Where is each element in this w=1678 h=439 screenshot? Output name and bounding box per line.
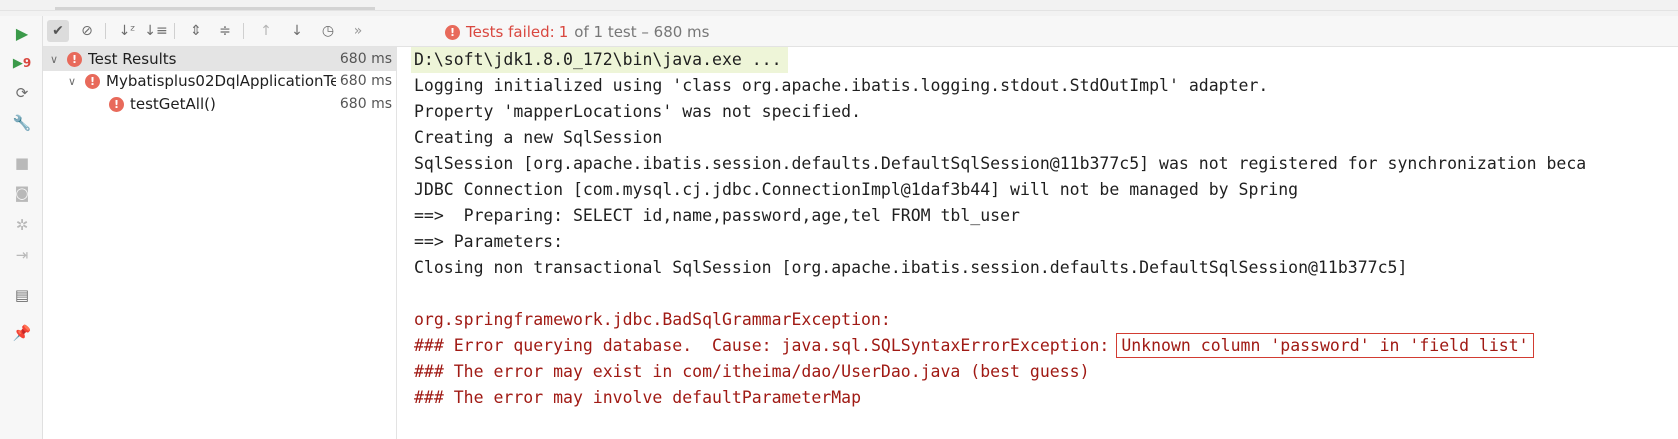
toolbar-separator: [174, 23, 175, 39]
exit-icon[interactable]: ⇥: [11, 244, 33, 266]
history-icon[interactable]: ◷: [317, 20, 339, 42]
toolbar-separator: [105, 23, 106, 39]
camera-icon[interactable]: ◙: [11, 182, 33, 204]
toolbar-separator: [243, 23, 244, 39]
console-line-command[interactable]: D:\soft\jdk1.8.0_172\bin\java.exe ...: [411, 47, 788, 73]
layout-icon[interactable]: ▤: [11, 284, 33, 306]
run-tool-window-sidebar: ▶ ▶ 9 ⟳ 🔧 ■ ◙ ✲ ⇥ ▤ 📌: [0, 16, 43, 439]
console-error-line: ### The error may exist in com/itheima/d…: [414, 362, 1090, 381]
sort-alpha-icon[interactable]: ↓ᶻ: [116, 20, 138, 42]
pin-icon[interactable]: 📌: [11, 322, 33, 344]
wrench-icon[interactable]: 🔧: [11, 112, 33, 134]
console-line: Closing non transactional SqlSession [or…: [414, 258, 1408, 277]
chevron-down-icon[interactable]: ∨: [65, 75, 79, 88]
tree-node-class[interactable]: ∨ ! Mybatisplus02DqlApplicationTe 680 ms: [43, 69, 396, 93]
more-icon[interactable]: »: [347, 20, 369, 42]
sort-duration-icon[interactable]: ↓≡: [144, 20, 167, 42]
console-output[interactable]: D:\soft\jdk1.8.0_172\bin\java.exe ... Lo…: [397, 47, 1678, 439]
ignored-icon[interactable]: ⊘: [76, 20, 98, 42]
debug-icon[interactable]: ✲: [11, 214, 33, 236]
console-error-line: org.springframework.jdbc.BadSqlGrammarEx…: [414, 310, 901, 329]
tab-strip-divider: [0, 10, 1678, 11]
test-status: ! Tests failed: 1 of 1 test – 680 ms: [445, 22, 710, 42]
tree-node-label: testGetAll(): [130, 95, 216, 113]
failed-count: 1: [558, 23, 569, 41]
tree-node-time: 680 ms: [339, 51, 392, 67]
error-icon: !: [445, 24, 460, 40]
console-line: Logging initialized using 'class org.apa…: [414, 76, 1269, 95]
error-icon: !: [85, 73, 100, 89]
tree-node-time: 680 ms: [339, 96, 392, 112]
console-error-line: ### Error querying database. Cause: java…: [414, 333, 1534, 359]
error-icon: !: [109, 96, 124, 112]
check-icon[interactable]: ✔: [47, 20, 69, 42]
console-line: JDBC Connection [com.mysql.cj.jdbc.Conne…: [414, 180, 1299, 199]
play-icon[interactable]: ▶: [11, 22, 33, 44]
stop-icon[interactable]: ■: [11, 152, 33, 174]
test-results-tree: ∨ ! Test Results 680 ms ∨ ! Mybatisplus0…: [43, 47, 397, 439]
tree-node-time: 680 ms: [339, 73, 392, 89]
chevron-down-icon[interactable]: ∨: [47, 53, 61, 66]
expand-all-icon[interactable]: ⇕: [185, 20, 207, 42]
test-runner-toolbar: ✔ ⊘ ↓ᶻ ↓≡ ⇕ ≑ ↑ ↓ ◷ » ! Tests failed: 1 …: [43, 16, 1678, 47]
tree-node-root[interactable]: ∨ ! Test Results 680 ms: [43, 47, 396, 71]
status-summary: of 1 test – 680 ms: [574, 23, 710, 41]
editor-tab-strip: [0, 0, 1678, 16]
console-line: Property 'mapperLocations' was not speci…: [414, 102, 862, 121]
tree-node-label: Test Results: [88, 50, 177, 68]
toggle-auto-test-icon[interactable]: ⟳: [11, 82, 33, 104]
collapse-all-icon[interactable]: ≑: [214, 20, 236, 42]
tree-node-method[interactable]: ! testGetAll() 680 ms: [43, 92, 396, 116]
tree-node-label: Mybatisplus02DqlApplicationTe: [106, 72, 336, 90]
highlighted-error-message: Unknown column 'password' in 'field list…: [1116, 333, 1534, 358]
console-line: SqlSession [org.apache.ibatis.session.de…: [414, 154, 1587, 173]
status-label: Tests failed:: [466, 23, 555, 41]
console-line: ==> Parameters:: [414, 232, 573, 251]
console-error-line: ### The error may involve defaultParamet…: [414, 388, 862, 407]
console-line: Creating a new SqlSession: [414, 128, 663, 147]
rerun-failed-icon[interactable]: ▶ 9: [11, 52, 33, 74]
error-cause-text: ### Error querying database. Cause: java…: [414, 336, 1120, 355]
console-line: ==> Preparing: SELECT id,name,password,a…: [414, 206, 1020, 225]
error-icon: !: [67, 51, 82, 67]
arrow-down-icon[interactable]: ↓: [286, 20, 308, 42]
arrow-up-icon[interactable]: ↑: [255, 20, 277, 42]
